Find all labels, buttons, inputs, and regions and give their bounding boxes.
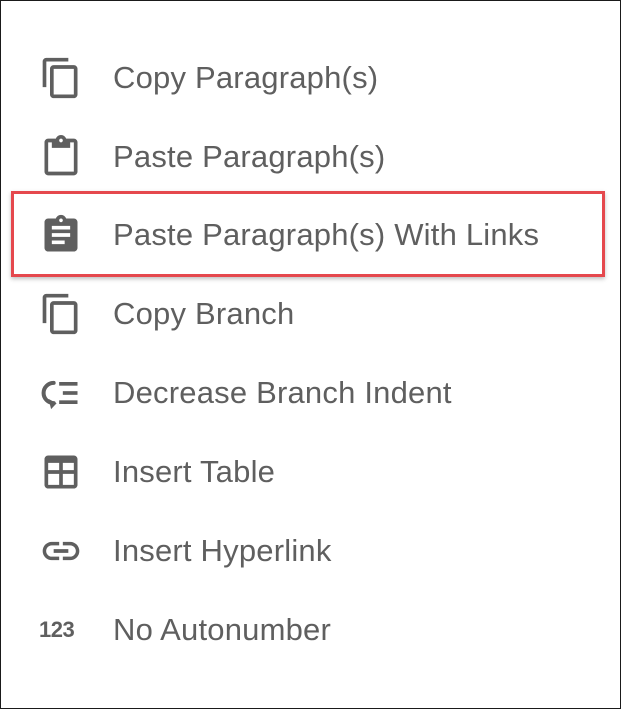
format-indent-decrease-icon [39, 371, 83, 415]
menu-item-decrease-branch-indent[interactable]: Decrease Branch Indent [1, 353, 620, 432]
menu-item-copy-branch[interactable]: Copy Branch [1, 274, 620, 353]
clipboard-text-icon [39, 213, 83, 257]
numeric-icon-text: 123 [39, 616, 75, 642]
table-icon [39, 450, 83, 494]
numeric-icon: 123 [39, 608, 83, 652]
menu-item-paste-paragraphs-with-links[interactable]: Paste Paragraph(s) With Links [1, 195, 620, 274]
menu-item-paste-paragraphs[interactable]: Paste Paragraph(s) [1, 117, 620, 196]
menu-item-no-autonumber[interactable]: 123 No Autonumber [1, 590, 620, 669]
menu-item-label: Decrease Branch Indent [113, 374, 452, 410]
link-icon [39, 529, 83, 573]
menu-item-label: Paste Paragraph(s) [113, 138, 386, 174]
menu-item-label: Paste Paragraph(s) With Links [113, 216, 540, 252]
clipboard-outline-icon [39, 134, 83, 179]
menu-item-label: Copy Branch [113, 295, 295, 331]
menu-item-label: Insert Hyperlink [113, 532, 332, 568]
menu-item-insert-hyperlink[interactable]: Insert Hyperlink [1, 511, 620, 590]
menu-item-label: No Autonumber [113, 611, 332, 647]
menu-item-copy-paragraphs[interactable]: Copy Paragraph(s) [1, 38, 620, 117]
context-menu: Copy Paragraph(s) Paste Paragraph(s) Pas… [0, 0, 621, 709]
content-copy-icon [39, 292, 83, 336]
menu-item-label: Copy Paragraph(s) [113, 59, 379, 95]
content-copy-icon [39, 56, 83, 100]
menu-item-label: Insert Table [113, 453, 276, 489]
menu-item-insert-table[interactable]: Insert Table [1, 432, 620, 511]
